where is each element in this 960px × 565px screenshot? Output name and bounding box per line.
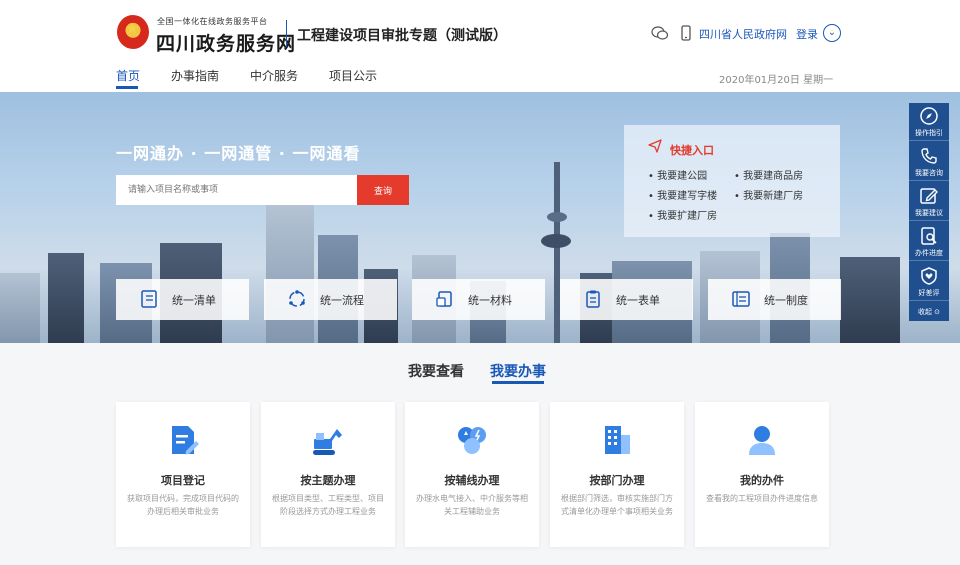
water-electric-icon (455, 423, 489, 457)
card-title: 按主题办理 (300, 474, 356, 487)
brand-title[interactable]: 四川政务服务网 (156, 29, 296, 56)
card-description: 查看我的工程项目办件进度信息 (706, 494, 818, 503)
quick-entry-panel: 快捷入口 我要建公园 我要建商品房 我要建写字楼 我要新建厂房 我要扩建厂房 (624, 125, 840, 237)
side-progress[interactable]: 办件进度 (909, 223, 949, 261)
card-description: 根据项目类型、工程类型、项目阶段选择方式办理工程业务 (272, 494, 384, 516)
side-suggest[interactable]: 我要建议 (909, 183, 949, 221)
clipboard-form-icon (582, 289, 604, 311)
card-title: 我的办件 (740, 474, 784, 487)
quick-link-new-factory[interactable]: 我要新建厂房 (734, 187, 803, 202)
card-description: 根据部门筛选，审核实施部门方式清单化办理单个事项相关业务 (561, 494, 673, 516)
hero-banner: 一网通办 · 一网通管 · 一网通看 查询 快捷入口 我要建公园 我要建商品房 … (0, 92, 960, 343)
nav-active-indicator (116, 86, 138, 89)
hero-slogan: 一网通办 · 一网通管 · 一网通看 (116, 144, 361, 163)
card-description: 办理水电气接入、中介服务等相关工程辅助业务 (416, 494, 528, 516)
card-description: 获取项目代码，完成项目代码的办理后相关审批业务 (127, 494, 239, 516)
skyline-building (840, 257, 900, 343)
unify-material-card[interactable]: 统一材料 (412, 279, 545, 320)
card-title: 按部门办理 (589, 474, 645, 487)
side-label: 好差评 (918, 289, 940, 297)
wechat-icon[interactable] (651, 24, 669, 42)
login-link[interactable]: 登录 (796, 26, 818, 42)
nav-publicity[interactable]: 项目公示 (329, 67, 377, 84)
material-doc-icon (434, 289, 456, 311)
project-title: 工程建设项目审批专题（测试版） (297, 28, 507, 44)
card-title: 项目登记 (161, 474, 205, 487)
compass-icon (919, 106, 939, 126)
skyline-building (266, 205, 314, 343)
tab-do[interactable]: 我要办事 (490, 361, 546, 381)
tv-tower-top (547, 212, 567, 222)
tab-view[interactable]: 我要查看 (408, 361, 464, 381)
card-by-theme[interactable]: 按主题办理 根据项目类型、工程类型、项目阶段选择方式办理工程业务 (261, 402, 395, 547)
quick-link-expand-factory[interactable]: 我要扩建厂房 (648, 207, 717, 222)
provincial-gov-link[interactable]: 四川省人民政府网 (699, 26, 787, 42)
side-rating[interactable]: 好差评 (909, 263, 949, 301)
unify-label: 统一材料 (468, 293, 512, 307)
quick-link-park[interactable]: 我要建公园 (648, 167, 707, 182)
building-icon (600, 423, 634, 457)
side-collapse-button[interactable]: 收起 ⊙ (909, 304, 949, 321)
list-doc-icon (138, 289, 160, 311)
nav-guide[interactable]: 办事指南 (171, 67, 219, 84)
search-doc-icon (919, 226, 939, 246)
nav-home[interactable]: 首页 (116, 67, 140, 84)
skyline-building (0, 273, 40, 343)
card-project-register[interactable]: 项目登记 获取项目代码，完成项目代码的办理后相关审批业务 (116, 402, 250, 547)
unify-label: 统一表单 (616, 293, 660, 307)
side-label: 我要咨询 (915, 169, 943, 177)
quick-link-office[interactable]: 我要建写字楼 (648, 187, 717, 202)
card-by-department[interactable]: 按部门办理 根据部门筛选，审核实施部门方式清单化办理单个事项相关业务 (550, 402, 684, 547)
quick-link-housing[interactable]: 我要建商品房 (734, 167, 803, 182)
brand-subtitle: 全国一体化在线政务服务平台 (157, 17, 268, 26)
site-header: 全国一体化在线政务服务平台 四川政务服务网 工程建设项目审批专题（测试版） 四川… (0, 0, 960, 92)
tab-active-indicator (492, 381, 544, 384)
unify-label: 统一清单 (172, 293, 216, 307)
phone-icon (919, 146, 939, 166)
tv-tower-pod (541, 234, 571, 248)
unify-list-card[interactable]: 统一清单 (116, 279, 249, 320)
side-label: 办件进度 (915, 249, 943, 257)
unify-label: 统一制度 (764, 293, 808, 307)
current-date: 2020年01月20日 星期一 (719, 75, 834, 86)
nav-agency[interactable]: 中介服务 (250, 67, 298, 84)
skyline-building (48, 253, 84, 343)
mobile-phone-icon[interactable] (677, 24, 695, 42)
card-by-auxiliary[interactable]: 按辅线办理 办理水电气接入、中介服务等相关工程辅助业务 (405, 402, 539, 547)
edit-icon (919, 186, 939, 206)
doc-edit-icon (166, 423, 200, 457)
user-icon (745, 423, 779, 457)
send-icon (648, 139, 662, 157)
national-emblem-logo (117, 15, 149, 49)
flow-cycle-icon (286, 289, 308, 311)
unify-flow-card[interactable]: 统一流程 (264, 279, 397, 320)
project-search-input[interactable] (116, 175, 358, 205)
side-label: 操作指引 (915, 129, 943, 137)
side-label: 我要建议 (915, 209, 943, 217)
chevron-down-icon[interactable]: ⌄ (823, 24, 841, 42)
floating-toolbar: 操作指引 我要咨询 我要建议 办件进度 好差评 收起 ⊙ (909, 103, 949, 321)
unify-rules-card[interactable]: 统一制度 (708, 279, 841, 320)
card-title: 按辅线办理 (444, 474, 500, 487)
shield-heart-icon (919, 266, 939, 286)
unify-label: 统一流程 (320, 293, 364, 307)
card-my-cases[interactable]: 我的办件 查看我的工程项目办件进度信息 (695, 402, 829, 547)
brand-divider (286, 20, 287, 47)
rules-list-icon (730, 289, 752, 311)
search-button[interactable]: 查询 (357, 175, 409, 205)
side-consult[interactable]: 我要咨询 (909, 143, 949, 181)
quick-entry-title: 快捷入口 (670, 144, 714, 157)
excavator-icon (311, 423, 345, 457)
side-guide[interactable]: 操作指引 (909, 103, 949, 141)
unify-form-card[interactable]: 统一表单 (560, 279, 693, 320)
